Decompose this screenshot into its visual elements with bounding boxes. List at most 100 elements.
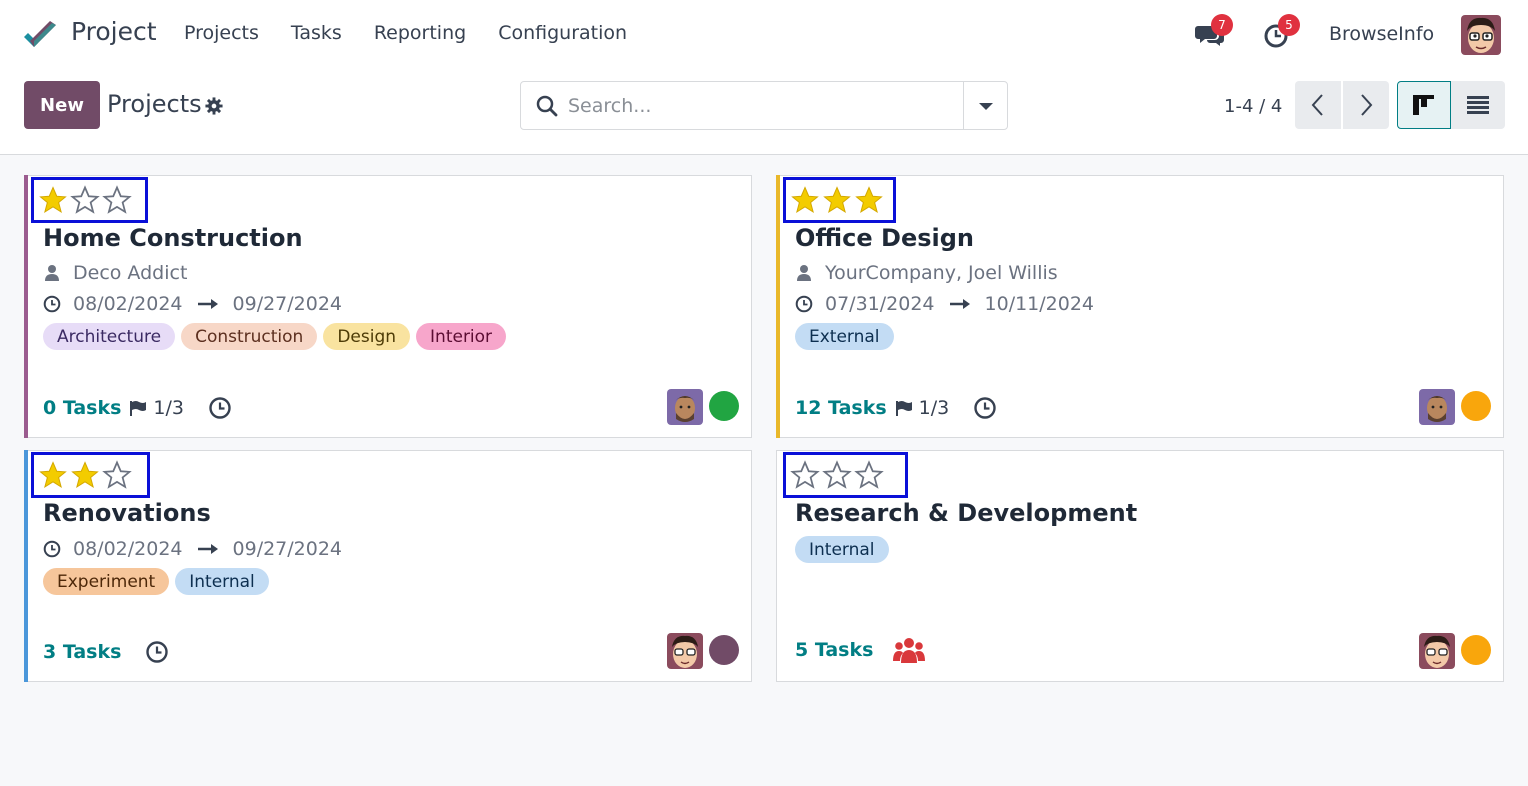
priority-stars [783,452,908,498]
tag[interactable]: Experiment [43,568,170,595]
clock-icon[interactable] [973,396,997,420]
project-name[interactable]: Home Construction [43,224,303,252]
manager-avatar[interactable] [667,633,703,669]
tag[interactable]: Architecture [43,323,176,350]
card-footer: 0 Tasks 1/3 [43,396,232,420]
project-name[interactable]: Renovations [43,499,211,527]
kanban-view-button[interactable] [1397,81,1451,129]
star-icon[interactable] [854,185,884,215]
tasks-link[interactable]: 3 Tasks [43,641,121,663]
logo-icon[interactable] [22,19,58,51]
arrow-right-icon [197,299,218,309]
pager-previous-button[interactable] [1295,81,1341,129]
milestone-value: 1/3 [153,397,184,419]
tag-list: Architecture Construction Design Interio… [43,323,507,350]
project-card[interactable]: Home Construction Deco Addict 08/02/2024… [24,175,752,438]
arrow-right-icon [949,299,970,309]
project-card[interactable]: Office Design YourCompany, Joel Willis 0… [776,175,1504,438]
star-icon[interactable] [854,460,884,490]
tag[interactable]: External [795,323,894,350]
manager-avatar[interactable] [667,389,703,425]
star-icon[interactable] [790,185,820,215]
messages-button[interactable]: 7 [1195,14,1233,50]
menu-configuration[interactable]: Configuration [498,22,627,44]
new-button[interactable]: New [24,81,100,129]
tasks-link[interactable]: 0 Tasks [43,397,121,419]
card-color-accent [24,450,28,682]
clock-icon [795,295,813,313]
star-icon[interactable] [790,460,820,490]
star-icon[interactable] [38,460,68,490]
project-card[interactable]: Research & Development Internal 5 Tasks [776,450,1504,682]
tag[interactable]: Design [323,323,411,350]
project-name[interactable]: Office Design [795,224,974,252]
date-end: 09/27/2024 [232,538,343,560]
tag[interactable]: Construction [181,323,318,350]
tag[interactable]: Internal [175,568,269,595]
tasks-link[interactable]: 5 Tasks [795,639,873,661]
clock-icon [43,295,61,313]
people-icon[interactable] [893,636,926,664]
search-bar [520,81,1008,130]
menu-tasks[interactable]: Tasks [291,22,342,44]
pager-value[interactable]: 1-4 / 4 [1224,96,1282,117]
star-icon[interactable] [70,460,100,490]
star-icon[interactable] [102,185,132,215]
status-indicator[interactable] [709,391,739,421]
menu-projects[interactable]: Projects [184,22,259,44]
milestone-count[interactable]: 1/3 [129,397,184,419]
app-name[interactable]: Project [71,17,157,46]
menu-reporting[interactable]: Reporting [374,22,466,44]
project-name[interactable]: Research & Development [795,499,1137,527]
clock-icon[interactable] [145,640,169,664]
arrow-right-icon [197,544,218,554]
date-start: 08/02/2024 [73,293,183,315]
user-avatar[interactable] [1461,15,1501,55]
tag-list: Internal [795,536,889,563]
tasks-link[interactable]: 12 Tasks [795,397,887,419]
date-end: 09/27/2024 [232,293,343,315]
star-icon[interactable] [38,185,68,215]
card-footer: 5 Tasks [795,636,926,664]
star-icon[interactable] [822,460,852,490]
search-input[interactable] [568,90,958,122]
status-indicator[interactable] [1461,391,1491,421]
priority-stars [31,177,148,223]
date-row: 08/02/2024 09/27/2024 [43,538,342,560]
list-icon [1467,96,1489,114]
milestone-count[interactable]: 1/3 [895,397,949,419]
manager-avatar[interactable] [1419,389,1455,425]
chevron-right-icon [1361,94,1373,116]
tag[interactable]: Interior [416,323,507,350]
caret-down-icon [979,103,993,110]
user-icon [797,265,811,281]
star-icon[interactable] [102,460,132,490]
star-icon[interactable] [822,185,852,215]
card-footer: 12 Tasks 1/3 [795,396,997,420]
search-icon [536,95,558,117]
card-color-accent [776,175,780,438]
clock-icon[interactable] [208,396,232,420]
card-footer: 3 Tasks [43,640,169,664]
customer-name: YourCompany, Joel Willis [825,262,1058,284]
chevron-left-icon [1311,94,1323,116]
pager-next-button[interactable] [1343,81,1389,129]
search-options-toggle[interactable] [963,82,1007,129]
date-start: 07/31/2024 [825,293,935,315]
tag-list: External [795,323,894,350]
gear-icon[interactable] [205,97,223,115]
priority-stars [783,177,896,223]
date-row: 07/31/2024 10/11/2024 [795,293,1094,315]
activities-button[interactable]: 5 [1262,14,1300,50]
status-indicator[interactable] [709,635,739,665]
list-view-button[interactable] [1451,81,1505,129]
customer-row: Deco Addict [43,262,187,284]
star-icon[interactable] [70,185,100,215]
tag[interactable]: Internal [795,536,889,563]
status-indicator[interactable] [1461,635,1491,665]
date-end: 10/11/2024 [984,293,1095,315]
customer-name: Deco Addict [73,262,188,284]
project-card[interactable]: Renovations 08/02/2024 09/27/2024 Experi… [24,450,752,682]
manager-avatar[interactable] [1419,633,1455,669]
company-switcher[interactable]: BrowseInfo [1329,23,1434,45]
